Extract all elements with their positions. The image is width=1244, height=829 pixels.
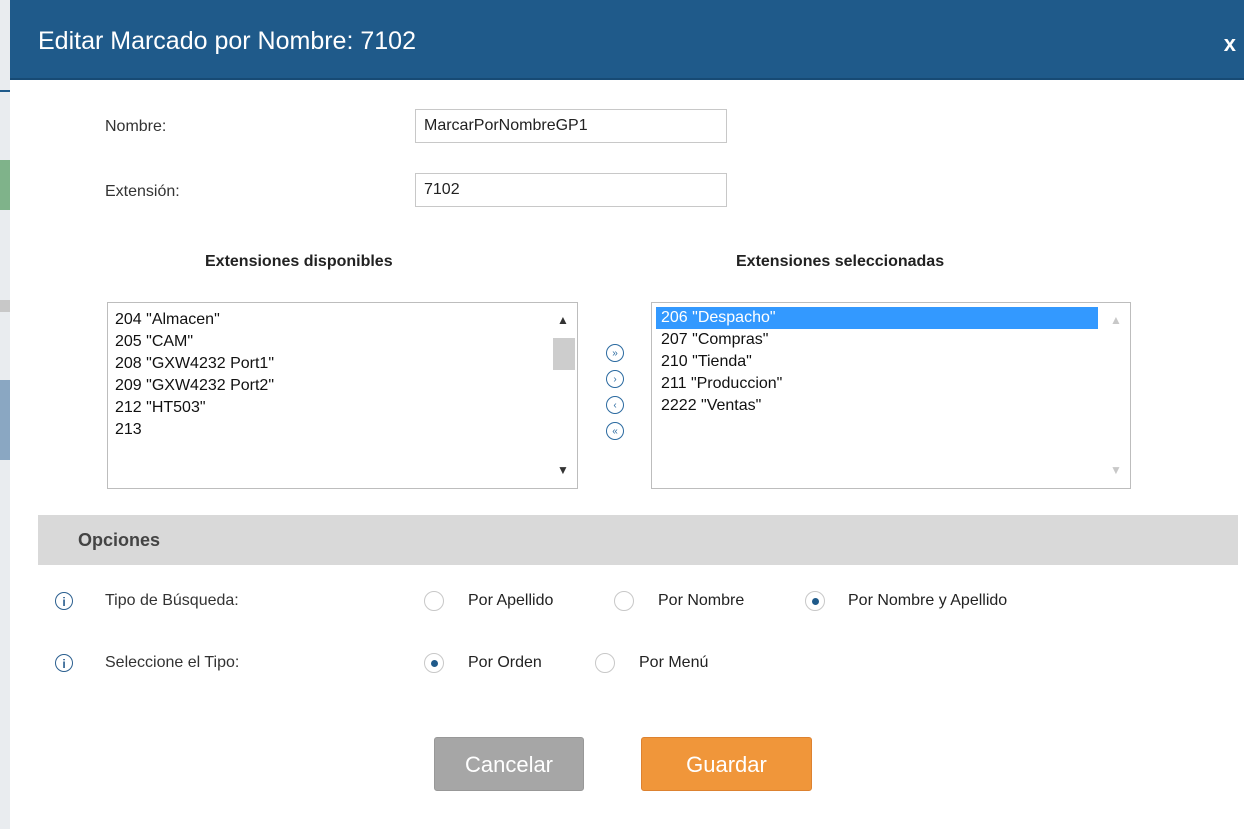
background-page-edge: [0, 0, 10, 829]
edit-dial-by-name-dialog: Editar Marcado por Nombre: 7102 x Nombre…: [10, 0, 1244, 829]
selected-list-scrollbar[interactable]: ▲ ▼: [1102, 303, 1130, 488]
dialog-title: Editar Marcado por Nombre: 7102: [38, 27, 416, 55]
list-item[interactable]: 210 "Tienda": [656, 351, 1098, 373]
radio-por-nombre-y-apellido-label[interactable]: Por Nombre y Apellido: [848, 592, 1007, 610]
name-input[interactable]: [415, 109, 727, 143]
available-list-scrollbar[interactable]: ▲ ▼: [549, 303, 577, 488]
list-item[interactable]: 207 "Compras": [656, 329, 1098, 351]
list-item[interactable]: 213: [110, 419, 547, 441]
radio-por-nombre-label[interactable]: Por Nombre: [658, 592, 744, 610]
options-section-title: Opciones: [78, 530, 161, 550]
search-type-label: Tipo de Búsqueda:: [105, 592, 239, 609]
radio-por-apellido-label[interactable]: Por Apellido: [468, 592, 553, 610]
radio-por-menu-label[interactable]: Por Menú: [639, 654, 708, 672]
selected-extensions-header: Extensiones seleccionadas: [736, 253, 945, 270]
info-icon[interactable]: i: [55, 592, 73, 610]
save-button[interactable]: Guardar: [641, 737, 812, 791]
cancel-button[interactable]: Cancelar: [434, 737, 584, 791]
radio-por-nombre[interactable]: [614, 591, 634, 611]
name-label: Nombre:: [105, 118, 167, 135]
remove-all-icon[interactable]: «: [606, 422, 624, 440]
options-section-header: Opciones: [38, 515, 1238, 565]
list-item[interactable]: 206 "Despacho": [656, 307, 1098, 329]
radio-por-orden-label[interactable]: Por Orden: [468, 654, 542, 672]
info-icon[interactable]: i: [55, 654, 73, 672]
list-item[interactable]: 205 "CAM": [110, 331, 547, 353]
available-extensions-list[interactable]: 204 "Almacen" 205 "CAM" 208 "GXW4232 Port1…: [107, 302, 578, 489]
scroll-up-icon[interactable]: ▲: [1102, 313, 1130, 331]
close-button[interactable]: x: [1224, 31, 1236, 57]
list-item[interactable]: 208 "GXW4232 Port1": [110, 353, 547, 375]
extension-input[interactable]: [415, 173, 727, 207]
scroll-thumb[interactable]: [553, 338, 575, 370]
dialog-titlebar: Editar Marcado por Nombre: 7102 x: [10, 0, 1244, 80]
add-selected-icon[interactable]: ›: [606, 370, 624, 388]
add-all-icon[interactable]: »: [606, 344, 624, 362]
extension-label: Extensión:: [105, 183, 180, 200]
scroll-up-icon[interactable]: ▲: [549, 313, 577, 331]
radio-por-orden[interactable]: [424, 653, 444, 673]
available-extensions-header: Extensiones disponibles: [205, 253, 393, 270]
select-type-label: Seleccione el Tipo:: [105, 654, 240, 671]
remove-selected-icon[interactable]: ‹: [606, 396, 624, 414]
selected-extensions-list[interactable]: 206 "Despacho" 207 "Compras" 210 "Tienda" 2…: [651, 302, 1131, 489]
list-item[interactable]: 212 "HT503": [110, 397, 547, 419]
list-item[interactable]: 211 "Produccion": [656, 373, 1098, 395]
radio-por-menu[interactable]: [595, 653, 615, 673]
radio-por-apellido[interactable]: [424, 591, 444, 611]
list-item[interactable]: 209 "GXW4232 Port2": [110, 375, 547, 397]
radio-por-nombre-y-apellido[interactable]: [805, 591, 825, 611]
scroll-down-icon[interactable]: ▼: [549, 463, 577, 481]
list-item[interactable]: 2222 "Ventas": [656, 395, 1098, 417]
list-item[interactable]: 204 "Almacen": [110, 309, 547, 331]
scroll-down-icon[interactable]: ▼: [1102, 463, 1130, 481]
